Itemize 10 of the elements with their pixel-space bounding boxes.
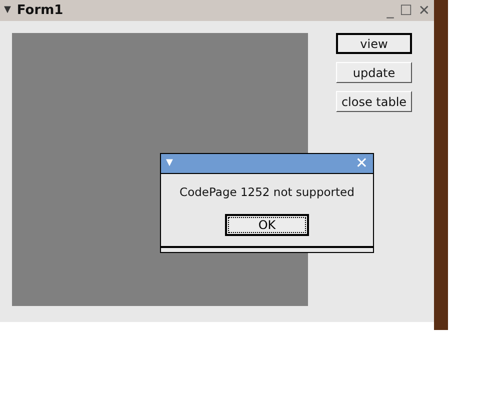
dialog-message: CodePage 1252 not supported — [178, 184, 356, 201]
form-button[interactable]: view — [336, 33, 412, 54]
ok-button[interactable]: OK — [225, 214, 309, 236]
form-button[interactable]: update — [336, 62, 412, 83]
close-button[interactable]: ✕ — [418, 4, 430, 18]
maximize-button[interactable]: ☐ — [400, 4, 412, 18]
window-title: Form1 — [16, 2, 64, 20]
window-menu-button[interactable]: ▼ — [4, 4, 11, 18]
form-button[interactable]: close table — [336, 91, 412, 112]
minimize-button[interactable]: _ — [386, 4, 394, 18]
